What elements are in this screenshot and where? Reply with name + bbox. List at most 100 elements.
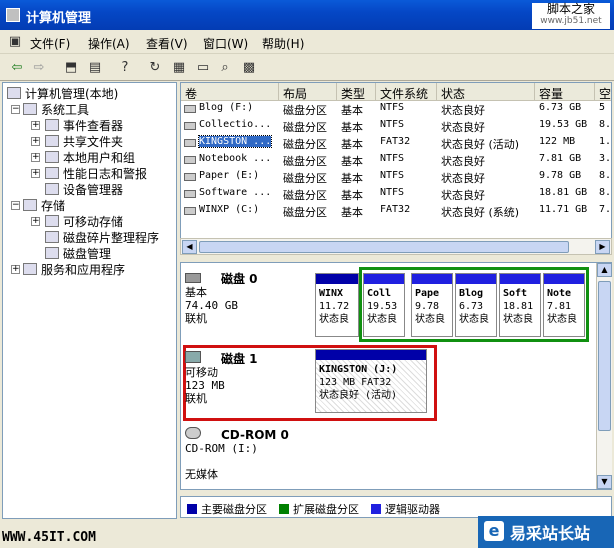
expand-icon[interactable]: + (31, 153, 40, 162)
volume-cell-status[interactable]: 状态良好 (系统) (437, 203, 535, 220)
volume-cell-free[interactable]: 8. (595, 169, 611, 186)
expand-icon[interactable]: + (11, 265, 20, 274)
volume-cell-layout[interactable]: 磁盘分区 (279, 101, 337, 118)
volume-cell-fs[interactable]: NTFS (376, 101, 437, 118)
tree-item-local-users[interactable]: 本地用户和组 (45, 149, 135, 166)
back-arrow-icon[interactable]: ⇦ (8, 59, 26, 77)
horizontal-scrollbar[interactable]: ◀ ▶ (180, 238, 612, 255)
tree-item-disk-management[interactable]: 磁盘管理 (45, 245, 111, 262)
expand-icon[interactable]: + (31, 121, 40, 130)
volume-cell-type[interactable]: 基本 (337, 186, 376, 203)
column-header-free[interactable]: 空 (595, 83, 611, 101)
menu-help[interactable]: 帮助(H) (262, 35, 304, 52)
tree-item-root[interactable]: 计算机管理(本地) (7, 85, 118, 102)
scroll-left-icon[interactable]: ◀ (182, 240, 197, 254)
volume-cell-capacity[interactable]: 18.81 GB (535, 186, 595, 203)
volume-cell-capacity[interactable]: 7.81 GB (535, 152, 595, 169)
volume-cell-fs[interactable]: FAT32 (376, 135, 437, 152)
vertical-scrollbar-thumb[interactable] (598, 281, 611, 431)
volume-cell-type[interactable]: 基本 (337, 135, 376, 152)
show-tree-icon[interactable]: ▤ (86, 59, 104, 77)
volume-cell-name[interactable]: KINGSTON ... (181, 135, 279, 152)
expand-icon[interactable]: + (31, 169, 40, 178)
open-folder-icon[interactable]: ▭ (194, 59, 212, 77)
volume-cell-capacity[interactable]: 11.71 GB (535, 203, 595, 220)
volume-cell-name[interactable]: Paper (E:) (181, 169, 279, 186)
volume-cell-capacity[interactable]: 6.73 GB (535, 101, 595, 118)
properties-icon[interactable]: ▦ (170, 59, 188, 77)
volume-cell-free[interactable]: 1. (595, 135, 611, 152)
tree-item-shared-folders[interactable]: 共享文件夹 (45, 133, 123, 150)
tree-item-event-viewer[interactable]: 事件查看器 (45, 117, 123, 134)
volume-cell-name[interactable]: Blog (F:) (181, 101, 279, 118)
volume-cell-type[interactable]: 基本 (337, 169, 376, 186)
partition-disk0-0[interactable]: WINX 11.72 状态良 (315, 273, 359, 337)
volume-cell-name[interactable]: Notebook ... (181, 152, 279, 169)
volume-cell-type[interactable]: 基本 (337, 118, 376, 135)
scrollbar-thumb[interactable] (199, 241, 569, 253)
volume-cell-fs[interactable]: NTFS (376, 118, 437, 135)
volume-cell-fs[interactable]: NTFS (376, 186, 437, 203)
volume-cell-layout[interactable]: 磁盘分区 (279, 186, 337, 203)
volume-cell-layout[interactable]: 磁盘分区 (279, 135, 337, 152)
menu-action[interactable]: 操作(A) (88, 35, 130, 52)
partition-disk0-3[interactable]: Blog 6.73 状态良 (455, 273, 497, 337)
search-icon[interactable]: ⌕ (216, 59, 234, 77)
tree-item-storage[interactable]: 存储 (23, 197, 65, 214)
volume-cell-free[interactable]: 5 (595, 101, 611, 118)
vertical-scrollbar[interactable]: ▲ ▼ (596, 263, 612, 489)
column-header-volume[interactable]: 卷 (181, 83, 279, 101)
tree-item-perf-logs[interactable]: 性能日志和警报 (45, 165, 147, 182)
volume-cell-capacity[interactable]: 19.53 GB (535, 118, 595, 135)
volume-cell-fs[interactable]: NTFS (376, 152, 437, 169)
volume-cell-type[interactable]: 基本 (337, 203, 376, 220)
volume-cell-status[interactable]: 状态良好 (437, 118, 535, 135)
menu-file[interactable]: 文件(F) (30, 35, 70, 52)
partition-disk0-4[interactable]: Soft 18.81 状态良 (499, 273, 541, 337)
refresh-icon[interactable]: ↻ (146, 59, 164, 77)
volume-cell-status[interactable]: 状态良好 (活动) (437, 135, 535, 152)
volume-cell-capacity[interactable]: 122 MB (535, 135, 595, 152)
up-folder-icon[interactable]: ⬒ (62, 59, 80, 77)
help-icon[interactable]: ? (116, 59, 134, 77)
tree-item-defrag[interactable]: 磁盘碎片整理程序 (45, 229, 159, 246)
menu-view[interactable]: 查看(V) (146, 35, 188, 52)
column-header-type[interactable]: 类型 (337, 83, 376, 101)
partition-disk0-5[interactable]: Note 7.81 状态良 (543, 273, 585, 337)
system-menu-icon[interactable]: ▣ (6, 33, 24, 51)
volume-cell-fs[interactable]: FAT32 (376, 203, 437, 220)
expand-icon[interactable]: + (31, 217, 40, 226)
tree-item-system-tools[interactable]: 系统工具 (23, 101, 89, 118)
column-header-capacity[interactable]: 容量 (535, 83, 595, 101)
volume-cell-layout[interactable]: 磁盘分区 (279, 169, 337, 186)
volume-cell-status[interactable]: 状态良好 (437, 169, 535, 186)
forward-arrow-icon[interactable]: ⇨ (30, 59, 48, 77)
volume-cell-capacity[interactable]: 9.78 GB (535, 169, 595, 186)
expand-icon[interactable]: + (31, 137, 40, 146)
column-header-layout[interactable]: 布局 (279, 83, 337, 101)
scroll-up-icon[interactable]: ▲ (597, 263, 612, 277)
settings-icon[interactable]: ▩ (240, 59, 258, 77)
partition-disk0-2[interactable]: Pape 9.78 状态良 (411, 273, 453, 337)
volume-cell-fs[interactable]: NTFS (376, 169, 437, 186)
volume-cell-layout[interactable]: 磁盘分区 (279, 203, 337, 220)
volume-cell-layout[interactable]: 磁盘分区 (279, 152, 337, 169)
volume-cell-type[interactable]: 基本 (337, 101, 376, 118)
scroll-right-icon[interactable]: ▶ (595, 240, 610, 254)
partition-kingston[interactable]: KINGSTON (J:) 123 MB FAT32 状态良好 (活动) (315, 349, 427, 413)
collapse-icon[interactable]: − (11, 105, 20, 114)
volume-cell-free[interactable]: 7. (595, 203, 611, 220)
volume-cell-free[interactable]: 3. (595, 152, 611, 169)
menu-window[interactable]: 窗口(W) (203, 35, 248, 52)
column-header-filesystem[interactable]: 文件系统 (376, 83, 437, 101)
tree-item-device-manager[interactable]: 设备管理器 (45, 181, 123, 198)
volume-cell-status[interactable]: 状态良好 (437, 101, 535, 118)
volume-cell-type[interactable]: 基本 (337, 152, 376, 169)
volume-cell-status[interactable]: 状态良好 (437, 186, 535, 203)
tree-item-removable-storage[interactable]: 可移动存储 (45, 213, 123, 230)
scroll-down-icon[interactable]: ▼ (597, 475, 612, 489)
volume-cell-name[interactable]: Software ... (181, 186, 279, 203)
volume-cell-status[interactable]: 状态良好 (437, 152, 535, 169)
volume-cell-free[interactable]: 8. (595, 118, 611, 135)
tree-item-services[interactable]: 服务和应用程序 (23, 261, 125, 278)
